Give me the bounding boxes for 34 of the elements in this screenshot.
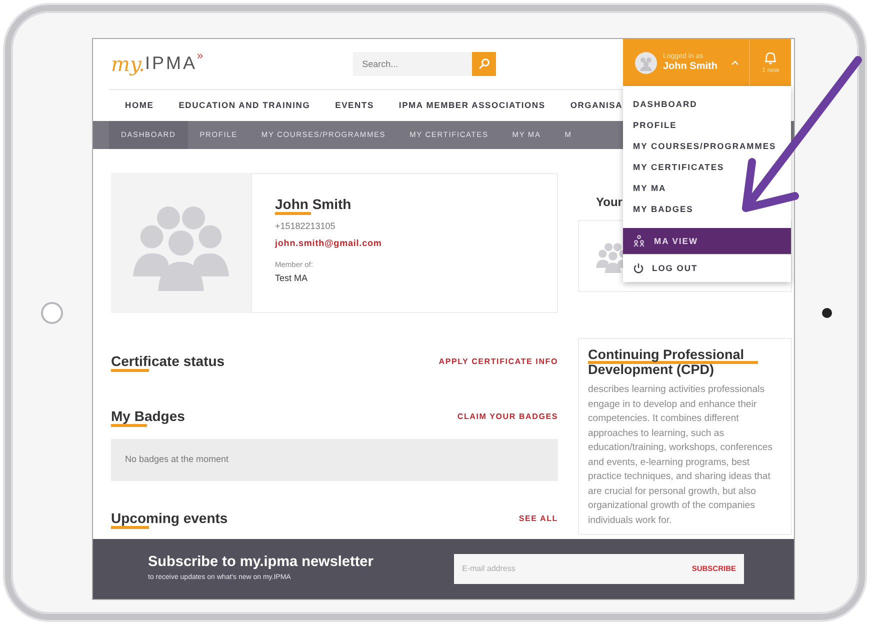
search-icon: [478, 58, 490, 70]
section-action-link[interactable]: SEE ALL: [518, 512, 558, 524]
power-icon: [633, 263, 644, 274]
side-heading: Your: [596, 194, 622, 211]
caret-icon: [731, 60, 740, 65]
section-action-link[interactable]: CLAIM YOUR BADGES: [457, 410, 558, 422]
menu-item[interactable]: DASHBOARD: [623, 94, 791, 115]
newsletter-title: Subscribe to my.ipma newsletter: [148, 554, 374, 569]
search-button[interactable]: [472, 52, 496, 76]
phone-number: +15182213105: [275, 220, 336, 233]
menu-item[interactable]: LOG OUT: [623, 254, 791, 282]
nav-link[interactable]: IPMA MEMBER ASSOCIATIONS: [398, 99, 546, 112]
member-value: Test MA: [275, 272, 308, 286]
empty-message: No badges at the moment: [125, 453, 229, 466]
section-action-link[interactable]: APPLY CERTIFICATE INFO: [438, 356, 558, 368]
menu-item[interactable]: MY MA: [623, 178, 791, 199]
bell-icon: [764, 50, 777, 65]
search-field[interactable]: Search...: [353, 52, 472, 76]
menu-item[interactable]: MA VIEW: [623, 228, 791, 254]
menu-item[interactable]: MY COURSES/PROGRAMMES: [623, 136, 791, 157]
nav-link[interactable]: HOME: [125, 99, 154, 112]
menu-item[interactable]: MY BADGES: [623, 199, 791, 220]
user-name: John Smith: [663, 62, 718, 72]
cpd-description: describes learning activities professionals engage in to develop and enhance their competencies. It combines different approaches to learning, such as education/training, workshops, conferences and events, e-learning programs, best practice techniques, and sharing ideas that are crucial for personal growth, but also organizational growth of the companies individuals work for.: [588, 383, 774, 528]
nav-link[interactable]: EDUCATION AND TRAINING: [178, 99, 310, 112]
email-link[interactable]: john.smith@gmail.com: [275, 236, 382, 250]
menu-item[interactable]: MY CERTIFICATES: [623, 157, 791, 178]
avatar-icon: [635, 52, 657, 74]
camera-icon: [822, 308, 832, 318]
home-button-icon: [40, 302, 62, 324]
menu-item[interactable]: PROFILE: [623, 115, 791, 136]
nav-link[interactable]: EVENTS: [335, 99, 374, 112]
logo[interactable]: my.IPMA»: [111, 54, 204, 74]
nav-link[interactable]: ORGANISA: [570, 99, 623, 112]
